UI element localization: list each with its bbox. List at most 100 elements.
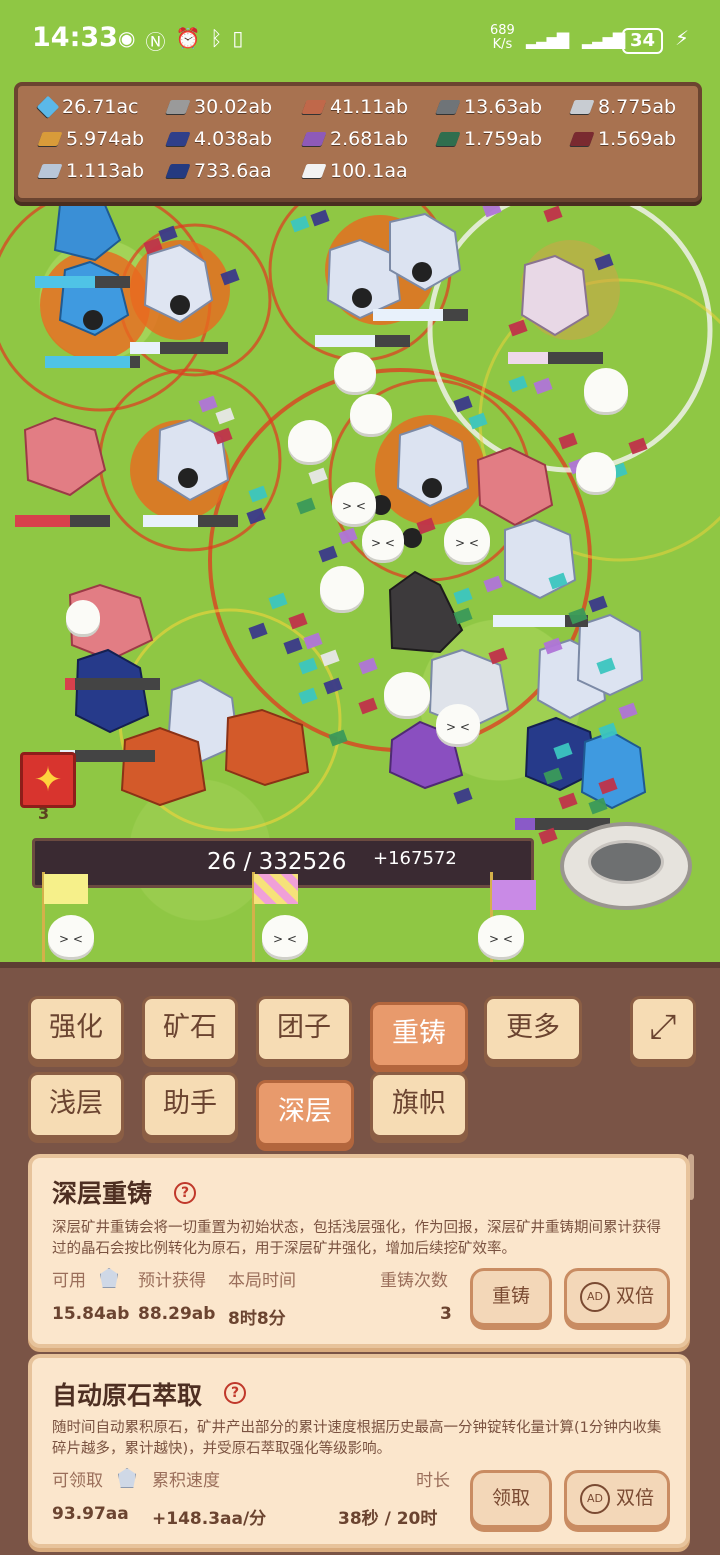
label-claimable: 可领取 (52, 1471, 103, 1491)
resource-value: 30.02ab (194, 96, 273, 118)
card-description: 随时间自动累积原石，矿井产出部分的累计速度根据历史最高一分钟锭转化量计算(1分钟… (52, 1420, 662, 1457)
resource-item: 30.02ab (165, 96, 273, 118)
tab-dango[interactable]: 团子 (256, 996, 352, 1062)
flag-striped[interactable] (254, 874, 298, 904)
flag-dango: > < (478, 915, 524, 957)
dango-character (334, 352, 376, 392)
tab-ore[interactable]: 矿石 (142, 996, 238, 1062)
alarm-icon: ⏰ (175, 26, 201, 50)
ad-icon: AD (579, 1483, 610, 1514)
tab-shallow[interactable]: 浅层 (28, 1072, 124, 1138)
signal-icon: ▂▃▅▇ (582, 30, 625, 49)
resource-value: 100.1aa (330, 160, 408, 182)
tab-flags[interactable]: 旗帜 (370, 1072, 468, 1138)
claim-button[interactable]: 领取 (470, 1470, 552, 1528)
network-speed-value: 689 (490, 23, 515, 38)
flag-yellow[interactable] (44, 874, 88, 904)
gift-box-icon[interactable]: ✦ (20, 752, 76, 808)
ruby-ingot-icon (569, 132, 595, 146)
crystal-ingot-icon (37, 164, 63, 178)
value-claimable: 93.97aa (52, 1504, 129, 1524)
nfc-icon: Ⓝ (145, 30, 166, 54)
gold-ingot-icon (37, 132, 63, 146)
tab-more[interactable]: 更多 (484, 996, 582, 1062)
stage-progress-gain: +167572 (373, 848, 457, 869)
status-icons: ◉ Ⓝ ⏰ ᛒ ▯ (118, 26, 243, 55)
bluetooth-icon: ᛒ (210, 26, 223, 50)
amethyst-ingot-icon (301, 132, 327, 146)
card-title: 自动原石萃取 (52, 1381, 203, 1410)
resource-panel: 26.71ac 30.02ab 41.11ab 13.63ab 8.775ab 5.974… (14, 82, 702, 202)
double-label: 双倍 (615, 1285, 654, 1307)
recast-button[interactable]: 重铸 (470, 1268, 552, 1326)
value-recast-count: 3 (440, 1304, 452, 1324)
battery-level: 34 (622, 28, 664, 54)
flag-dango: > < (262, 915, 308, 957)
charging-icon: ⚡ (675, 26, 690, 50)
tab-deep[interactable]: 深层 (256, 1080, 354, 1146)
dango-character (350, 394, 392, 434)
dango-character (576, 452, 616, 492)
silver-ingot-icon (569, 100, 595, 114)
dango-character: > < (444, 518, 490, 562)
dango-character (584, 368, 628, 412)
resource-value: 1.759ab (464, 128, 543, 150)
flag-dango: > < (48, 915, 94, 957)
dango-character: > < (362, 520, 404, 560)
white-ingot-icon (301, 164, 327, 178)
resource-item: 5.974ab (37, 128, 144, 150)
value-rate: +148.3aa/分 (152, 1509, 267, 1529)
stage-progress-text: 26 / 332526 (207, 849, 347, 875)
auto-extract-card: 自动原石萃取 ? 随时间自动累积原石，矿井产出部分的累计速度根据历史最高一分钟锭… (28, 1354, 690, 1548)
double-ad-button[interactable]: AD 双倍 (564, 1470, 670, 1528)
resource-value: 733.6aa (194, 160, 272, 182)
resource-value: 13.63ab (464, 96, 543, 118)
resource-value: 1.569ab (598, 128, 677, 150)
value-duration: 38秒 / 20时 (338, 1509, 438, 1529)
double-ad-button[interactable]: AD 双倍 (564, 1268, 670, 1326)
ad-icon: AD (579, 1281, 610, 1312)
network-speed-unit: K/s (492, 37, 513, 52)
resource-item: 26.71ac (36, 95, 139, 119)
rough-stone-icon (100, 1268, 118, 1288)
double-label: 双倍 (615, 1487, 654, 1509)
control-panel: 强化 矿石 团子 重铸 更多 ⤢ 浅层 助手 深层 旗帜 深层重铸 ? 深层矿井… (0, 962, 720, 1555)
help-icon[interactable]: ? (174, 1182, 196, 1204)
tab-recast[interactable]: 重铸 (370, 1002, 468, 1068)
resource-item: 733.6aa (165, 160, 272, 182)
tab-upgrade[interactable]: 强化 (28, 996, 124, 1062)
cobalt-ingot-icon (165, 164, 191, 178)
status-bar: 14:33 ◉ Ⓝ ⏰ ᛒ ▯ 689 K/s ▂▃▅▇ ▂▃▅▇ 34 ⚡ (0, 0, 720, 80)
resource-value: 1.113ab (66, 160, 145, 182)
dango-character (66, 600, 100, 634)
value-run-time: 8时8分 (228, 1309, 286, 1329)
label-available: 可用 (52, 1271, 86, 1291)
dango-character (384, 672, 430, 716)
resource-value: 41.11ab (330, 96, 409, 118)
help-icon[interactable]: ? (224, 1382, 246, 1404)
resource-item: 1.569ab (569, 128, 677, 150)
sapphire-ingot-icon (165, 132, 191, 146)
dango-character: > < (332, 482, 376, 524)
tab-helper[interactable]: 助手 (142, 1072, 238, 1138)
label-recast-count: 重铸次数 (380, 1271, 448, 1291)
signal-icon: ▂▃▅▇ (526, 30, 569, 49)
label-rate: 累积速度 (152, 1471, 220, 1491)
emerald-ingot-icon (435, 132, 461, 146)
steel-ingot-icon (435, 100, 461, 114)
resource-value: 8.775ab (598, 96, 677, 118)
stone-well[interactable] (560, 822, 692, 910)
label-expected: 预计获得 (138, 1271, 206, 1291)
network-speed: 689 K/s (490, 24, 515, 52)
fullscreen-icon[interactable]: ⤢ (630, 996, 696, 1062)
resource-value: 2.681ab (330, 128, 409, 150)
rough-stone-icon (118, 1468, 136, 1488)
resource-value: 26.71ac (62, 96, 139, 118)
iron-ingot-icon (165, 100, 191, 114)
resource-item: 8.775ab (569, 96, 677, 118)
resource-item: 1.759ab (435, 128, 543, 150)
flag-purple[interactable] (492, 880, 536, 910)
copper-ingot-icon (301, 100, 327, 114)
dango-character (288, 420, 332, 462)
resource-item: 4.038ab (165, 128, 272, 150)
